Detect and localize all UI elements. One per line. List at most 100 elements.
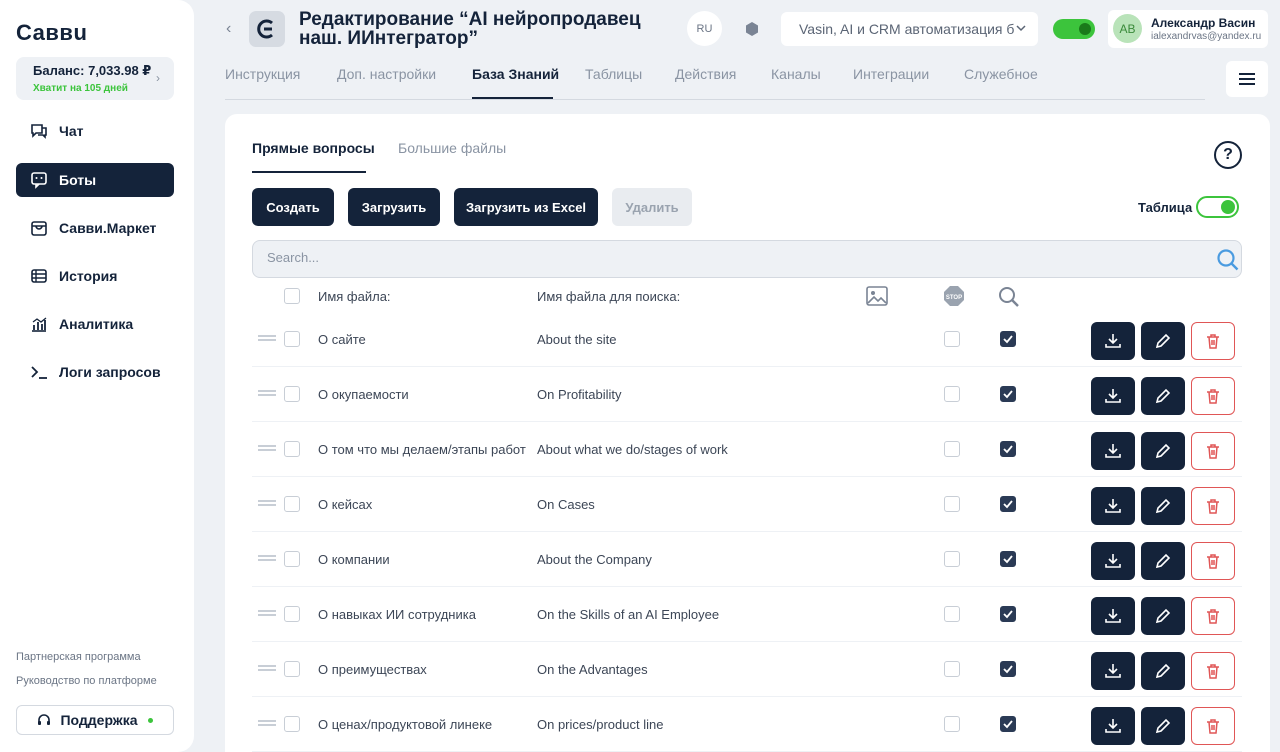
bot-active-toggle[interactable]	[1053, 19, 1095, 39]
user-profile[interactable]: АВ Александр Васин ialexandrvas@yandex.r…	[1108, 10, 1268, 48]
sidebar-item-label: Аналитика	[59, 316, 134, 332]
back-button[interactable]: ‹	[226, 20, 231, 38]
edit-button[interactable]	[1141, 707, 1185, 745]
drag-handle-icon[interactable]	[258, 500, 276, 508]
edit-button[interactable]	[1141, 542, 1185, 580]
tab-instruction[interactable]: Инструкция	[225, 66, 300, 82]
hexagon-icon[interactable]	[743, 20, 761, 43]
drag-handle-icon[interactable]	[258, 720, 276, 728]
delete-row-button[interactable]	[1191, 542, 1235, 580]
balance-card[interactable]: Баланс: 7,033.98 ₽ Хватит на 105 дней ›	[16, 57, 174, 100]
edit-button[interactable]	[1141, 652, 1185, 690]
row-checkbox[interactable]	[284, 551, 300, 567]
download-icon	[1104, 332, 1122, 350]
download-icon	[1104, 442, 1122, 460]
stop-checkbox[interactable]	[944, 606, 960, 622]
download-button[interactable]	[1091, 597, 1135, 635]
row-checkbox[interactable]	[284, 441, 300, 457]
edit-button[interactable]	[1141, 487, 1185, 525]
stop-checkbox[interactable]	[944, 716, 960, 732]
searchable-checkbox[interactable]	[1000, 606, 1016, 622]
subtab-direct-questions[interactable]: Прямые вопросы	[252, 140, 375, 156]
sidebar-item-market[interactable]: Савви.Маркет	[16, 211, 174, 245]
partner-program-link[interactable]: Партнерская программа	[16, 651, 141, 663]
subtab-large-files[interactable]: Большие файлы	[398, 140, 506, 156]
edit-button[interactable]	[1141, 432, 1185, 470]
create-button[interactable]: Создать	[252, 188, 334, 226]
tab-knowledge-base[interactable]: База Знаний	[472, 66, 559, 82]
searchable-checkbox[interactable]	[1000, 441, 1016, 457]
stop-checkbox[interactable]	[944, 661, 960, 677]
sidebar-item-analytics[interactable]: Аналитика	[16, 307, 174, 341]
tab-service[interactable]: Служебное	[964, 66, 1038, 82]
stop-checkbox[interactable]	[944, 441, 960, 457]
row-checkbox[interactable]	[284, 661, 300, 677]
search-input[interactable]	[267, 250, 1167, 265]
menu-icon[interactable]	[1226, 61, 1268, 97]
main-tabs: Инструкция Доп. настройки База Знаний Та…	[225, 66, 1205, 100]
tab-integrations[interactable]: Интеграции	[853, 66, 929, 82]
tab-tables[interactable]: Таблицы	[585, 66, 642, 82]
delete-row-button[interactable]	[1191, 322, 1235, 360]
download-button[interactable]	[1091, 432, 1135, 470]
upload-excel-button[interactable]: Загрузить из Excel	[454, 188, 598, 226]
table-view-toggle[interactable]	[1196, 196, 1239, 218]
drag-handle-icon[interactable]	[258, 335, 276, 343]
searchable-checkbox[interactable]	[1000, 661, 1016, 677]
download-button[interactable]	[1091, 652, 1135, 690]
sidebar-item-chat[interactable]: Чат	[16, 114, 174, 148]
drag-handle-icon[interactable]	[258, 390, 276, 398]
searchable-checkbox[interactable]	[1000, 331, 1016, 347]
row-checkbox[interactable]	[284, 606, 300, 622]
stop-checkbox[interactable]	[944, 331, 960, 347]
balance-amount: Баланс: 7,033.98 ₽	[33, 63, 152, 78]
drag-handle-icon[interactable]	[258, 555, 276, 563]
delete-row-button[interactable]	[1191, 432, 1235, 470]
searchable-checkbox[interactable]	[1000, 551, 1016, 567]
row-checkbox[interactable]	[284, 331, 300, 347]
drag-handle-icon[interactable]	[258, 665, 276, 673]
stop-checkbox[interactable]	[944, 386, 960, 402]
drag-handle-icon[interactable]	[258, 445, 276, 453]
sidebar-item-logs[interactable]: Логи запросов	[16, 355, 174, 389]
workspace-select[interactable]: Vasin, AI и CRM автоматизация б	[781, 12, 1038, 46]
download-button[interactable]	[1091, 487, 1135, 525]
sidebar-item-bots[interactable]: Боты	[16, 163, 174, 197]
sidebar-item-history[interactable]: История	[16, 259, 174, 293]
searchable-checkbox[interactable]	[1000, 386, 1016, 402]
download-button[interactable]	[1091, 322, 1135, 360]
searchable-checkbox[interactable]	[1000, 716, 1016, 732]
language-switch[interactable]: RU	[687, 11, 722, 46]
edit-button[interactable]	[1141, 597, 1185, 635]
search-icon[interactable]	[1215, 247, 1241, 278]
stop-checkbox[interactable]	[944, 551, 960, 567]
download-button[interactable]	[1091, 707, 1135, 745]
edit-button[interactable]	[1141, 377, 1185, 415]
help-button[interactable]: ?	[1214, 141, 1242, 169]
download-button[interactable]	[1091, 542, 1135, 580]
delete-row-button[interactable]	[1191, 707, 1235, 745]
tab-extra-settings[interactable]: Доп. настройки	[337, 66, 436, 82]
tab-channels[interactable]: Каналы	[771, 66, 821, 82]
drag-handle-icon[interactable]	[258, 610, 276, 618]
delete-row-button[interactable]	[1191, 597, 1235, 635]
app-logo[interactable]: Саввu	[16, 20, 87, 46]
searchable-checkbox[interactable]	[1000, 496, 1016, 512]
delete-row-button[interactable]	[1191, 652, 1235, 690]
delete-button[interactable]: Удалить	[612, 188, 692, 226]
table-row: О кейсах On Cases	[252, 477, 1242, 532]
download-button[interactable]	[1091, 377, 1135, 415]
row-checkbox[interactable]	[284, 496, 300, 512]
delete-row-button[interactable]	[1191, 487, 1235, 525]
platform-guide-link[interactable]: Руководство по платформе	[16, 675, 157, 687]
edit-button[interactable]	[1141, 322, 1185, 360]
select-all-checkbox[interactable]	[284, 288, 300, 304]
support-button[interactable]: Поддержка	[16, 705, 174, 735]
tab-actions[interactable]: Действия	[675, 66, 736, 82]
delete-row-button[interactable]	[1191, 377, 1235, 415]
row-checkbox[interactable]	[284, 716, 300, 732]
stop-checkbox[interactable]	[944, 496, 960, 512]
upload-button[interactable]: Загрузить	[348, 188, 440, 226]
row-checkbox[interactable]	[284, 386, 300, 402]
trash-icon	[1204, 497, 1222, 515]
